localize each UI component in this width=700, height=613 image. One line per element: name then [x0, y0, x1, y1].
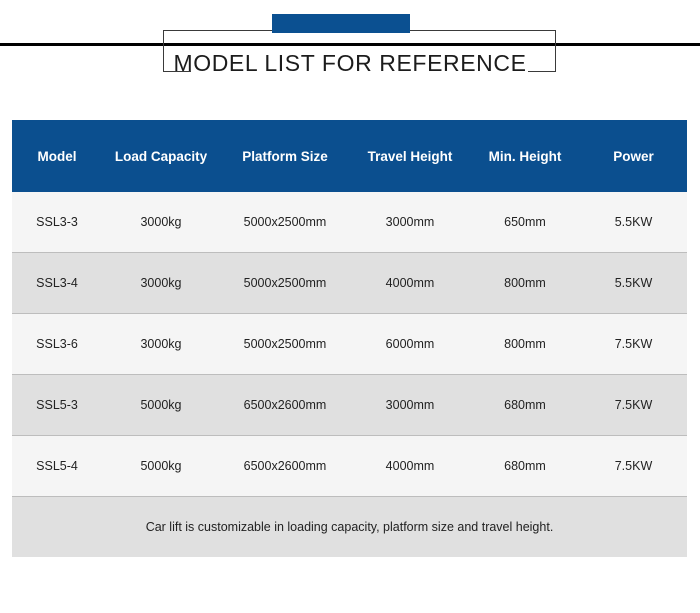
spec-table-container: Model Load Capacity Platform Size Travel…: [12, 120, 687, 557]
cell-power: 5.5KW: [580, 252, 687, 314]
cell-min-height: 680mm: [470, 435, 580, 497]
cell-model: SSL5-3: [12, 374, 102, 436]
table-row: SSL5-4 5000kg 6500x2600mm 4000mm 680mm 7…: [12, 435, 687, 497]
column-header-platform-size: Platform Size: [220, 120, 350, 192]
cell-platform-size: 5000x2500mm: [220, 252, 350, 314]
cell-min-height: 800mm: [470, 252, 580, 314]
table-row: SSL5-3 5000kg 6500x2600mm 3000mm 680mm 7…: [12, 374, 687, 436]
page-title: MODEL LIST FOR REFERENCE: [173, 50, 527, 76]
cell-platform-size: 5000x2500mm: [220, 192, 350, 253]
cell-travel-height: 4000mm: [350, 252, 470, 314]
table-header: Model Load Capacity Platform Size Travel…: [12, 120, 687, 192]
table-footnote-row: Car lift is customizable in loading capa…: [12, 496, 687, 557]
customization-note: Car lift is customizable in loading capa…: [12, 496, 687, 557]
title-banner: MODEL LIST FOR REFERENCE: [0, 0, 700, 108]
cell-platform-size: 6500x2600mm: [220, 374, 350, 436]
cell-load-capacity: 5000kg: [102, 374, 220, 436]
cell-min-height: 680mm: [470, 374, 580, 436]
cell-platform-size: 6500x2600mm: [220, 435, 350, 497]
column-header-min-height: Min. Height: [470, 120, 580, 192]
cell-power: 7.5KW: [580, 435, 687, 497]
table-row: SSL3-3 3000kg 5000x2500mm 3000mm 650mm 5…: [12, 192, 687, 253]
cell-model: SSL3-4: [12, 252, 102, 314]
cell-load-capacity: 3000kg: [102, 313, 220, 375]
column-header-model: Model: [12, 120, 102, 192]
cell-power: 5.5KW: [580, 192, 687, 253]
cell-travel-height: 6000mm: [350, 313, 470, 375]
cell-travel-height: 4000mm: [350, 435, 470, 497]
table-header-row: Model Load Capacity Platform Size Travel…: [12, 120, 687, 192]
cell-min-height: 800mm: [470, 313, 580, 375]
cell-travel-height: 3000mm: [350, 192, 470, 253]
cell-model: SSL3-3: [12, 192, 102, 253]
model-spec-table: Model Load Capacity Platform Size Travel…: [12, 120, 687, 557]
column-header-travel-height: Travel Height: [350, 120, 470, 192]
banner-accent-bar: [272, 14, 410, 33]
cell-power: 7.5KW: [580, 374, 687, 436]
column-header-power: Power: [580, 120, 687, 192]
table-row: SSL3-4 3000kg 5000x2500mm 4000mm 800mm 5…: [12, 252, 687, 314]
cell-platform-size: 5000x2500mm: [220, 313, 350, 375]
cell-min-height: 650mm: [470, 192, 580, 253]
cell-model: SSL5-4: [12, 435, 102, 497]
cell-travel-height: 3000mm: [350, 374, 470, 436]
cell-load-capacity: 3000kg: [102, 192, 220, 253]
cell-load-capacity: 3000kg: [102, 252, 220, 314]
table-row: SSL3-6 3000kg 5000x2500mm 6000mm 800mm 7…: [12, 313, 687, 375]
column-header-load-capacity: Load Capacity: [102, 120, 220, 192]
cell-model: SSL3-6: [12, 313, 102, 375]
cell-load-capacity: 5000kg: [102, 435, 220, 497]
cell-power: 7.5KW: [580, 313, 687, 375]
table-body: SSL3-3 3000kg 5000x2500mm 3000mm 650mm 5…: [12, 192, 687, 557]
